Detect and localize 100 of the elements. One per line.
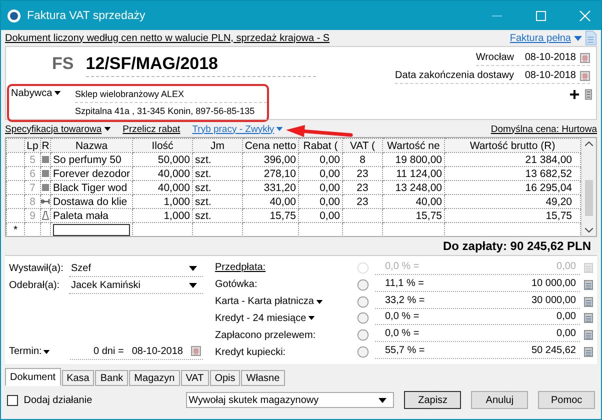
specification-dropdown[interactable]: Specyfikacja towarowa bbox=[5, 124, 102, 134]
scrollbar[interactable] bbox=[581, 138, 596, 236]
table-cell: 16 295,04 bbox=[444, 180, 580, 194]
row-number: 8 bbox=[24, 194, 40, 208]
calendar-icon[interactable] bbox=[580, 52, 590, 62]
table-cell: 13 682,52 bbox=[444, 166, 580, 180]
buyer-address: Szpitalna 41a , 31-345 Konin, 897-56-85-135 bbox=[75, 103, 267, 120]
column-header[interactable]: Ilość bbox=[132, 138, 192, 152]
term-days-field[interactable]: 0 dni = bbox=[94, 346, 124, 356]
date-field[interactable]: 08-10-2018 bbox=[518, 52, 576, 63]
calendar-icon[interactable] bbox=[191, 346, 201, 356]
row-number: 7 bbox=[24, 180, 40, 194]
input-field[interactable] bbox=[53, 224, 130, 236]
table-cell: 0,00 bbox=[298, 180, 342, 194]
place-label: Wrocław bbox=[476, 52, 514, 63]
payment-dropdown[interactable]: Kredyt - 24 miesiące bbox=[215, 312, 306, 324]
amount-field[interactable]: 10 000,00 bbox=[532, 278, 576, 291]
square-icon bbox=[42, 156, 49, 163]
caret-icon bbox=[308, 316, 316, 320]
table-cell: 40,000 bbox=[132, 166, 192, 180]
calculator-icon[interactable] bbox=[584, 280, 593, 290]
column-header[interactable]: Wartość ne bbox=[382, 138, 444, 152]
calculator-icon[interactable] bbox=[584, 313, 593, 324]
dialog-button[interactable]: Pomoc bbox=[538, 391, 596, 409]
amount-field[interactable]: 50 245,62 bbox=[532, 345, 576, 358]
column-header[interactable]: Jm bbox=[192, 138, 242, 152]
default-price-link[interactable]: Domyślna cena: Hurtowa bbox=[490, 124, 597, 134]
annotation-arrow bbox=[285, 124, 356, 138]
tab[interactable]: Kasa bbox=[62, 370, 94, 386]
invoice-variant-link[interactable]: Faktura pełna bbox=[510, 32, 571, 44]
column-header[interactable]: R bbox=[40, 138, 50, 152]
document-icon[interactable] bbox=[585, 30, 597, 46]
table-cell: Paleta mała bbox=[50, 208, 132, 222]
table-cell: 15,75 bbox=[242, 208, 298, 222]
column-header[interactable]: Wartość brutto (R) bbox=[444, 138, 580, 152]
document-info-link[interactable]: Dokument liczony według cen netto w walucie PLN, sprzedaż krajowa - S bbox=[5, 32, 330, 44]
percent-field[interactable]: 0,0 % = bbox=[385, 311, 420, 324]
caret-icon bbox=[378, 398, 388, 402]
calendar-icon[interactable] bbox=[580, 70, 590, 80]
scroll-down-icon[interactable] bbox=[585, 228, 593, 233]
scroll-up-icon[interactable] bbox=[585, 141, 593, 146]
caret-icon bbox=[189, 282, 197, 288]
close-icon[interactable] bbox=[579, 10, 591, 22]
dialog-button[interactable]: Anuluj bbox=[471, 391, 528, 409]
recalculate-discount-link[interactable]: Przelicz rabat bbox=[122, 124, 180, 134]
percent-field[interactable]: 33,2 % = bbox=[385, 294, 425, 308]
checkbox-label[interactable]: Dodaj działanie bbox=[24, 394, 180, 406]
caret-icon bbox=[43, 350, 50, 354]
tab[interactable]: VAT bbox=[180, 370, 209, 386]
percent-field[interactable]: 11,1 % = bbox=[385, 278, 424, 291]
plus-icon[interactable] bbox=[570, 90, 579, 99]
column-header[interactable]: Lp bbox=[24, 138, 40, 152]
table-cell: 13 248,00 bbox=[382, 180, 444, 194]
calculator-icon[interactable] bbox=[584, 330, 593, 340]
date-field[interactable]: 08-10-2018 bbox=[132, 346, 183, 356]
list-icon[interactable] bbox=[585, 89, 592, 100]
table-cell: So perfumy 50 bbox=[50, 152, 132, 166]
table-cell: 19 800,00 bbox=[382, 152, 444, 166]
scrollbar-thumb[interactable] bbox=[585, 180, 593, 216]
row-number: 5 bbox=[24, 152, 40, 166]
maximize-icon[interactable] bbox=[535, 10, 547, 22]
table-cell: 15,75 bbox=[444, 208, 580, 222]
table-cell: szt. bbox=[192, 166, 242, 180]
column-header[interactable]: Cena netto bbox=[242, 138, 298, 152]
person-label: Odebrał(a): bbox=[9, 280, 61, 291]
percent-field[interactable]: 55,7 % = bbox=[385, 345, 425, 358]
calculator-icon[interactable] bbox=[584, 296, 593, 307]
person-dropdown[interactable]: Szef bbox=[69, 260, 203, 276]
calculator-icon[interactable] bbox=[584, 347, 593, 358]
column-header[interactable]: VAT ( bbox=[342, 138, 382, 152]
column-header[interactable]: Nazwa bbox=[50, 138, 132, 152]
table-cell: 0,00 bbox=[298, 152, 342, 166]
person-dropdown[interactable]: Jacek Kamiński bbox=[69, 278, 203, 294]
percent-field[interactable]: 0,0 % = bbox=[385, 328, 420, 342]
tab[interactable]: Dokument bbox=[5, 368, 61, 386]
table-cell: 23 bbox=[356, 182, 368, 194]
wrench-icon bbox=[42, 198, 50, 205]
person-label: Wystawił(a): bbox=[9, 263, 64, 274]
table-cell: 23 bbox=[356, 168, 368, 180]
column-header[interactable]: Rabat ( bbox=[298, 138, 342, 152]
work-mode-link[interactable]: Tryb pracy - Zwykły bbox=[192, 124, 274, 134]
tab[interactable]: Magazyn bbox=[129, 370, 180, 386]
amount-field[interactable]: 0,00 bbox=[556, 311, 576, 324]
caret-icon bbox=[189, 266, 197, 270]
amount-field[interactable]: 30 000,00 bbox=[532, 294, 576, 308]
table-cell: 278,10 bbox=[242, 166, 298, 180]
tab[interactable]: Opis bbox=[210, 370, 240, 386]
buyer-dropdown[interactable]: Nabywca bbox=[11, 88, 52, 98]
window-title: Faktura VAT sprzedaży bbox=[27, 10, 146, 22]
amount-field[interactable]: 0,00 bbox=[556, 328, 576, 342]
caret-icon bbox=[104, 127, 111, 131]
square-icon bbox=[42, 170, 49, 177]
term-dropdown[interactable]: Termin: bbox=[9, 346, 65, 357]
tab[interactable]: Bank bbox=[95, 370, 128, 386]
action-dropdown[interactable]: Wywołaj skutek magazynowy bbox=[186, 392, 394, 408]
date-field[interactable]: 08-10-2018 bbox=[518, 70, 576, 81]
dialog-button[interactable]: Zapisz bbox=[404, 391, 462, 409]
payment-dropdown[interactable]: Karta - Karta płatnicza bbox=[215, 296, 314, 308]
tab[interactable]: Własne bbox=[241, 370, 285, 386]
checkbox[interactable] bbox=[7, 394, 18, 406]
